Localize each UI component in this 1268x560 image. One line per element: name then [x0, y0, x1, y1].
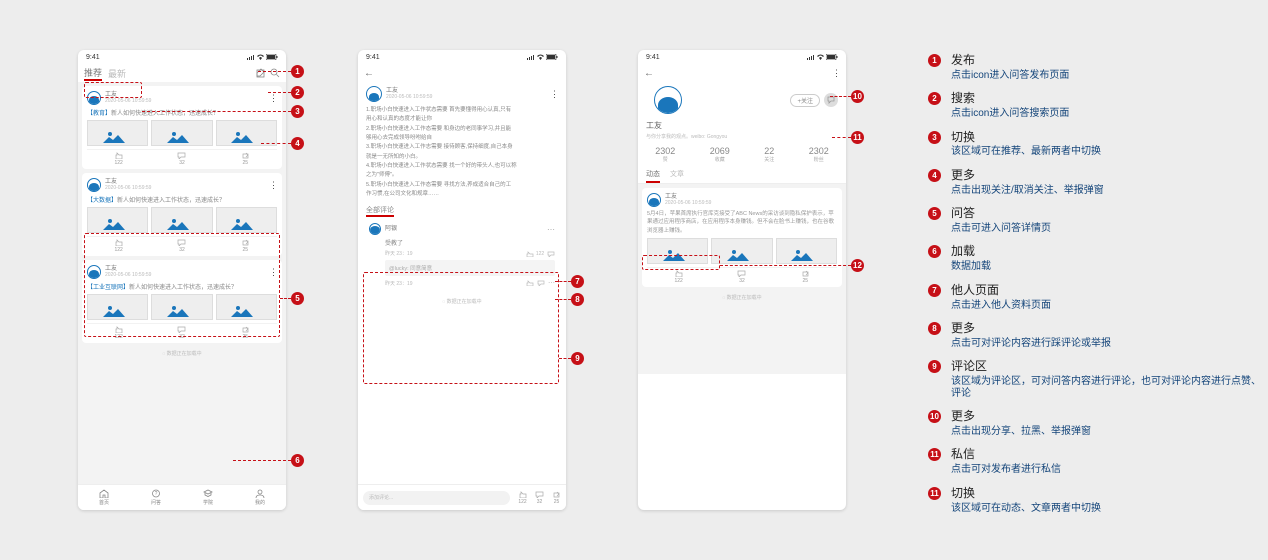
- anno-11: 11: [851, 131, 864, 144]
- card-more-icon[interactable]: ⋮: [269, 93, 277, 104]
- anno-1: 1: [291, 65, 304, 78]
- search-icon[interactable]: [270, 68, 280, 78]
- bar-comment[interactable]: 32: [535, 491, 544, 505]
- anno-8: 8: [571, 293, 584, 306]
- loading-indicator: ◌ 数据正在加载中: [358, 295, 566, 308]
- stat-item[interactable]: 22关注: [764, 146, 774, 163]
- avatar[interactable]: [647, 193, 661, 207]
- post-body: 5月4日，苹果首席执行官库克接受了ABC News的采访谈到隐私保护表示，苹果通…: [647, 210, 837, 235]
- stat-item[interactable]: 2069收藏: [710, 146, 730, 163]
- commenter-avatar[interactable]: [369, 223, 381, 235]
- like-button[interactable]: 122: [114, 239, 123, 253]
- anno-5: 5: [291, 292, 304, 305]
- anno-4: 4: [291, 137, 304, 150]
- stat-item[interactable]: 2302粉丝: [809, 146, 829, 163]
- feed-scroll[interactable]: 工友 2020-05-06 10:59:59 ⋮ 【教育】新人如何快速进入工作状…: [78, 82, 286, 484]
- stat-item[interactable]: 2302赞: [655, 146, 675, 163]
- anno-2: 2: [291, 86, 304, 99]
- share-button[interactable]: 25: [241, 239, 250, 253]
- profile-feed[interactable]: 工友2020-05-06 10:59:59 5月4日，苹果首席执行官库克接受了A…: [638, 184, 846, 374]
- phone-feed: 9:41 推荐 最新 工友 2020-05-06 10:59:59 ⋮ 【教育】…: [78, 50, 286, 510]
- profile-stats: 2302赞 2069收藏 22关注 2302粉丝: [638, 146, 846, 163]
- feed-tabs: 推荐 最新: [78, 64, 286, 82]
- comment-button[interactable]: 32: [177, 326, 186, 340]
- avatar[interactable]: [87, 91, 101, 105]
- like-button[interactable]: 122: [114, 326, 123, 340]
- comment-reply: @lucky: 同意简意: [385, 260, 555, 276]
- comment-more-icon[interactable]: ⋯: [547, 225, 555, 234]
- diagram-stage: { "status_time":"9:41", "tabs":{"recomme…: [0, 0, 1268, 560]
- detail-header: ←: [358, 64, 566, 82]
- avatar[interactable]: [87, 178, 101, 192]
- follow-button[interactable]: +关注: [790, 94, 820, 107]
- answer-detail: 工友2020-05-06 10:59:59 ⋮ 1.职场小白快速进入工作状态需要…: [358, 86, 566, 199]
- profile-tabs: 动态 文章: [638, 169, 846, 184]
- action-bar: 122 32 25: [87, 149, 277, 166]
- post-date: 2020-05-06 10:59:59: [105, 98, 151, 104]
- tab-recommend[interactable]: 推荐: [84, 66, 102, 81]
- comments-heading: 全部评论: [358, 205, 566, 215]
- back-icon[interactable]: ←: [644, 68, 654, 79]
- bottom-nav: 首页 ?问答 学院 我的: [78, 484, 286, 510]
- image-placeholder: [87, 120, 148, 146]
- loading-indicator: ◌ 数据正在加载中: [82, 347, 282, 360]
- profile-more-icon[interactable]: ⋮: [832, 68, 840, 79]
- compose-icon[interactable]: [256, 68, 266, 78]
- feed-card[interactable]: 工友2020-05-06 10:59:59 5月4日，苹果首席执行官库克接受了A…: [642, 188, 842, 287]
- comment-ts: 昨天 23：19: [385, 250, 413, 257]
- status-indicators: [247, 54, 278, 60]
- image-placeholder: [151, 120, 212, 146]
- tab-latest[interactable]: 最新: [108, 67, 126, 80]
- comment-item: 阿银 ⋯ 受教了 昨天 23：19 122 @lucky: 同意简意 昨天 23…: [364, 218, 560, 292]
- author-avatar[interactable]: [366, 86, 382, 102]
- comment-input[interactable]: 添加评论...: [363, 491, 510, 505]
- comment-input-bar: 添加评论... 122 32 25: [358, 484, 566, 510]
- comment-button[interactable]: 32: [737, 270, 746, 284]
- share-button[interactable]: 25: [241, 152, 250, 166]
- avatar[interactable]: [87, 265, 101, 279]
- like-button[interactable]: 122: [114, 152, 123, 166]
- status-bar: 9:41: [78, 50, 286, 64]
- back-icon[interactable]: ←: [364, 68, 374, 79]
- annotation-legend: 1发布点击icon进入问答发布页面2搜索点击icon进入问答搜索页面3切换该区域…: [928, 54, 1268, 525]
- phone-profile: 9:41 ←⋮ +关注 工友 与你分享我的观点。weibo: Gongyou 2…: [638, 50, 846, 510]
- bar-share[interactable]: 25: [552, 491, 561, 505]
- answer-body: 1.职场小白快速进入工作状态需要 首先要懂得用心认真,只有用心和认真的态度才能让…: [366, 106, 558, 199]
- commenter-name: 阿银: [385, 226, 397, 232]
- profile-name: 工友: [646, 120, 846, 131]
- card-title: 【教育】新人如何快速进入工作状态，迅速成长？: [87, 108, 277, 117]
- nav-wenda[interactable]: ?问答: [151, 489, 161, 506]
- nav-study[interactable]: 学院: [203, 489, 213, 506]
- like-button[interactable]: 122: [674, 270, 683, 284]
- comment-button[interactable]: 32: [177, 239, 186, 253]
- anno-9: 9: [571, 352, 584, 365]
- svg-text:?: ?: [155, 491, 158, 497]
- share-button[interactable]: 25: [801, 270, 810, 284]
- nav-me[interactable]: 我的: [255, 489, 265, 506]
- profile-avatar[interactable]: [654, 86, 682, 114]
- feed-card[interactable]: 工友2020-05-06 10:59:59 ⋮ 【工业互联网】新人如何快速进入工…: [82, 260, 282, 343]
- anno-3: 3: [291, 105, 304, 118]
- status-time: 9:41: [86, 54, 100, 61]
- share-button[interactable]: 25: [241, 326, 250, 340]
- loading-indicator: ◌ 数据正在加载中: [642, 291, 842, 304]
- card-more-icon[interactable]: ⋮: [269, 180, 277, 191]
- image-row: [87, 120, 277, 146]
- card-more-icon[interactable]: ⋮: [269, 267, 277, 278]
- bar-like[interactable]: 122: [518, 491, 527, 505]
- tab-article[interactable]: 文章: [670, 169, 684, 183]
- anno-6: 6: [291, 454, 304, 467]
- detail-more-icon[interactable]: ⋮: [550, 89, 558, 100]
- anno-10: 10: [851, 90, 864, 103]
- feed-card[interactable]: 工友2020-05-06 10:59:59 ⋮ 【大数据】新人如何快速进入工作状…: [82, 173, 282, 256]
- profile-bio: 与你分享我的观点。weibo: Gongyou: [646, 133, 846, 140]
- nav-home[interactable]: 首页: [99, 489, 109, 506]
- phone-detail: 9:41 ← 工友2020-05-06 10:59:59 ⋮ 1.职场小白快速进…: [358, 50, 566, 510]
- tab-moments[interactable]: 动态: [646, 169, 660, 183]
- feed-card[interactable]: 工友 2020-05-06 10:59:59 ⋮ 【教育】新人如何快速进入工作状…: [82, 86, 282, 169]
- comment-body: 受教了: [385, 238, 555, 247]
- anno-7: 7: [571, 275, 584, 288]
- anno-12: 12: [851, 259, 864, 272]
- comment-button[interactable]: 32: [177, 152, 186, 166]
